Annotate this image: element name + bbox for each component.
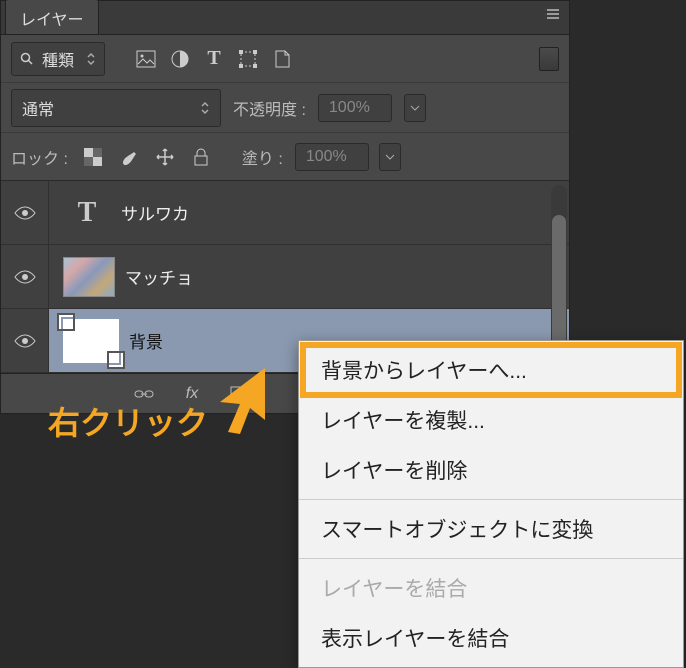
filter-smart-icon[interactable] [269, 46, 295, 72]
layer-thumb-image [63, 257, 115, 297]
opacity-label: 不透明度 : [233, 96, 306, 120]
blend-mode-dropdown[interactable]: 通常 [11, 89, 221, 127]
fill-flyout[interactable] [379, 143, 401, 171]
menu-delete-layer[interactable]: レイヤーを削除 [299, 445, 683, 495]
panel-menu-icon[interactable] [545, 7, 563, 21]
eye-icon [14, 206, 36, 220]
menu-separator [299, 499, 683, 500]
lock-move-icon[interactable] [152, 144, 178, 170]
opacity-flyout[interactable] [404, 94, 426, 122]
blend-mode-value: 通常 [22, 96, 54, 120]
filter-shape-icon[interactable] [235, 46, 261, 72]
filter-adjust-icon[interactable] [167, 46, 193, 72]
menu-separator [299, 558, 683, 559]
menu-merge-layers: レイヤーを結合 [299, 563, 683, 613]
layer-row[interactable]: マッチョ [1, 245, 569, 309]
search-icon [20, 52, 34, 66]
menu-merge-visible[interactable]: 表示レイヤーを結合 [299, 613, 683, 663]
eye-icon [14, 270, 36, 284]
opacity-input[interactable]: 100% [318, 94, 392, 122]
layer-thumb-text: T [67, 193, 107, 233]
right-click-annotation: 右クリック [48, 398, 208, 444]
filter-type-dropdown[interactable]: 種類 [11, 42, 105, 76]
filter-row: 種類 T [1, 35, 569, 83]
layer-name: 背景 [129, 328, 163, 353]
lock-transparent-icon[interactable] [80, 144, 106, 170]
menu-duplicate-layer[interactable]: レイヤーを複製... [299, 395, 683, 445]
scrollbar-thumb[interactable] [552, 215, 566, 345]
filter-toggle[interactable] [539, 47, 559, 71]
context-menu: 背景からレイヤーへ... レイヤーを複製... レイヤーを削除 スマートオブジェ… [298, 340, 684, 668]
filter-pixel-icon[interactable] [133, 46, 159, 72]
visibility-toggle[interactable] [1, 181, 49, 244]
mask-icon[interactable] [227, 381, 253, 407]
lock-label: ロック : [11, 145, 68, 169]
chevron-updown-icon [200, 101, 210, 115]
filter-text-icon[interactable]: T [201, 46, 227, 72]
layer-row[interactable]: T サルワカ [1, 181, 569, 245]
lock-paint-icon[interactable] [116, 144, 142, 170]
layer-thumb-background [63, 319, 119, 363]
menu-convert-smart-object[interactable]: スマートオブジェクトに変換 [299, 504, 683, 554]
lock-row: ロック : 塗り : 100% [1, 133, 569, 181]
fill-input[interactable]: 100% [295, 143, 369, 171]
panel-tab-row: レイヤー [1, 1, 569, 35]
layers-tab[interactable]: レイヤー [5, 0, 99, 34]
visibility-toggle[interactable] [1, 245, 49, 308]
layer-name: サルワカ [121, 200, 189, 225]
visibility-toggle[interactable] [1, 309, 49, 372]
chevron-updown-icon [86, 52, 96, 66]
blend-row: 通常 不透明度 : 100% [1, 83, 569, 133]
filter-label: 種類 [42, 47, 74, 71]
layer-name: マッチョ [125, 264, 193, 289]
menu-background-to-layer[interactable]: 背景からレイヤーへ... [299, 345, 683, 395]
eye-icon [14, 334, 36, 348]
fill-label: 塗り : [242, 145, 283, 169]
lock-all-icon[interactable] [188, 144, 214, 170]
